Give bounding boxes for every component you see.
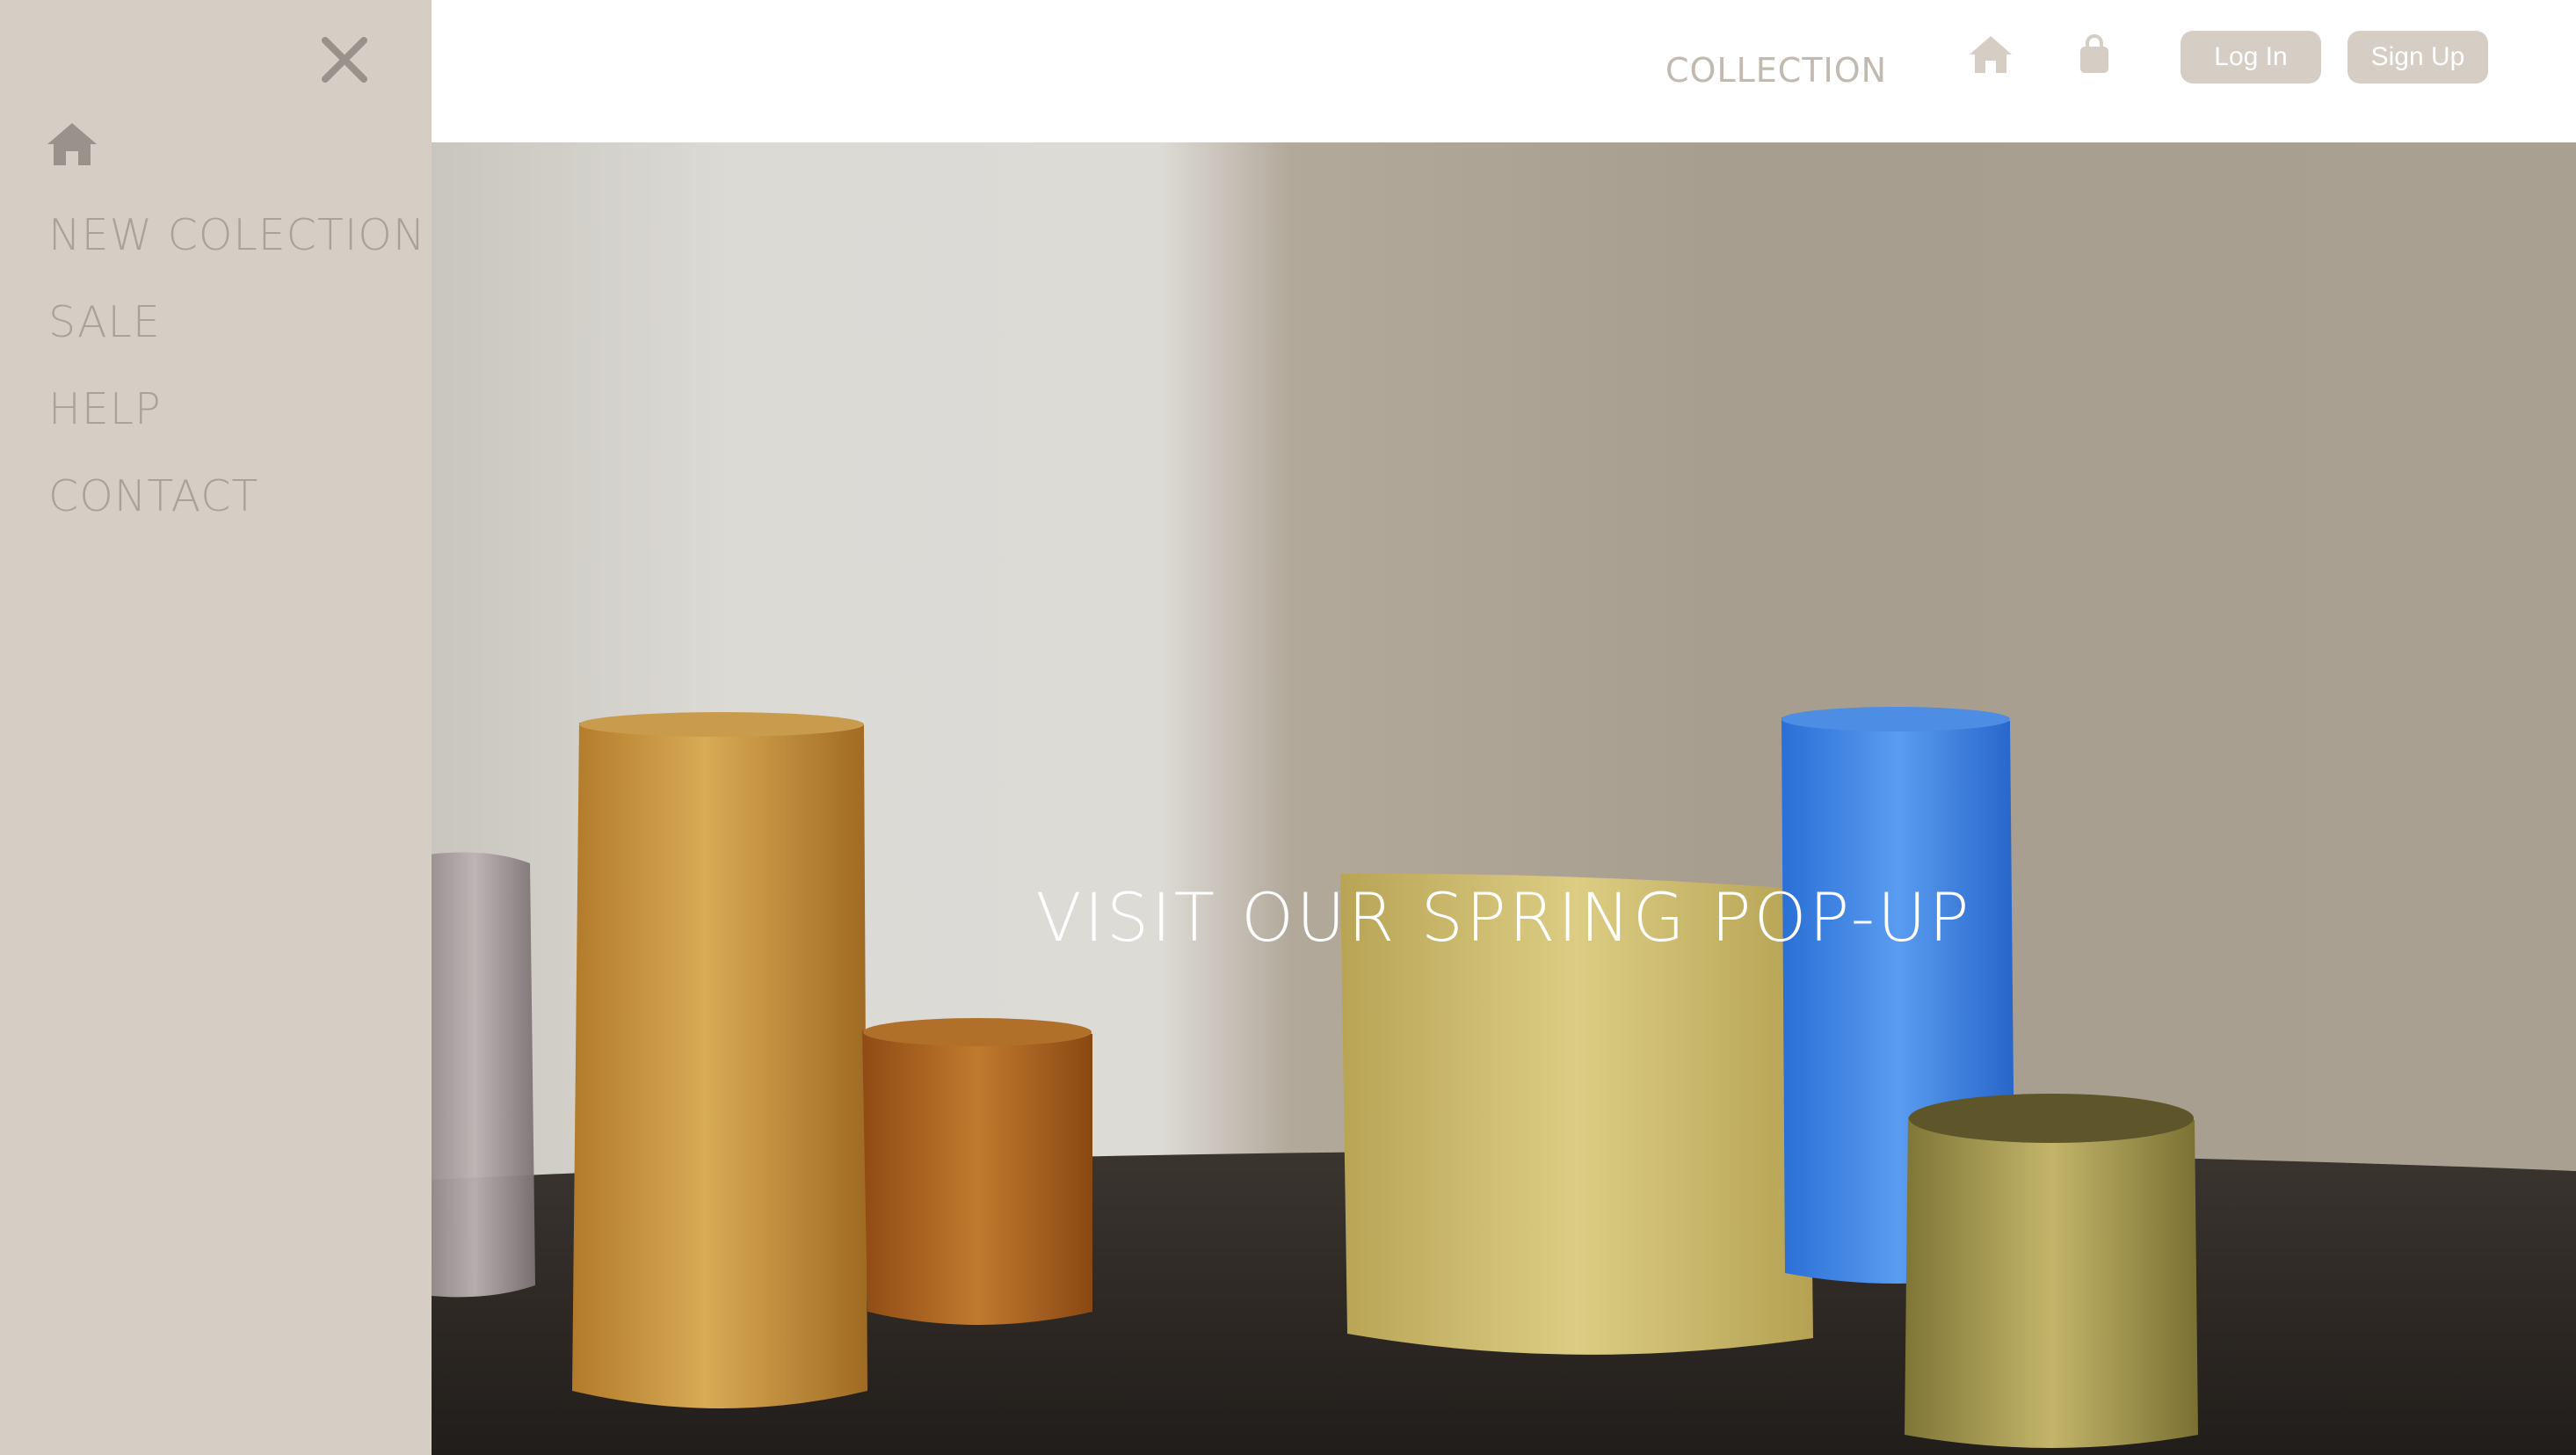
close-menu-button[interactable] [309, 25, 380, 95]
sidebar-home-link[interactable] [46, 120, 102, 172]
nav-collection-link[interactable]: COLLECTION [1665, 51, 1887, 90]
home-icon [1970, 36, 2012, 73]
sidebar-item-new-collection[interactable]: NEW COLECTION [48, 200, 426, 287]
signup-button[interactable]: Sign Up [2347, 31, 2488, 84]
sidebar-nav: NEW COLECTION SALE HELP CONTACT [48, 200, 426, 549]
sidebar-item-help[interactable]: HELP [48, 375, 426, 462]
hero-banner: VISIT OUR SPRING POP-UP [432, 142, 2576, 1455]
cart-link[interactable] [2075, 33, 2114, 76]
login-button[interactable]: Log In [2181, 31, 2321, 84]
hero-image [432, 707, 2576, 1455]
sidebar-item-sale[interactable]: SALE [48, 287, 426, 375]
header-home-link[interactable] [1968, 33, 2014, 76]
sidebar-item-contact[interactable]: CONTACT [48, 462, 426, 549]
top-header: COLLECTION Log In Sign Up [432, 0, 2576, 142]
side-menu: NEW COLECTION SALE HELP CONTACT [0, 0, 432, 1455]
hero-title: VISIT OUR SPRING POP-UP [1035, 877, 1972, 957]
home-icon [47, 123, 97, 165]
close-icon [322, 37, 367, 83]
shopping-bag-icon [2080, 34, 2108, 73]
